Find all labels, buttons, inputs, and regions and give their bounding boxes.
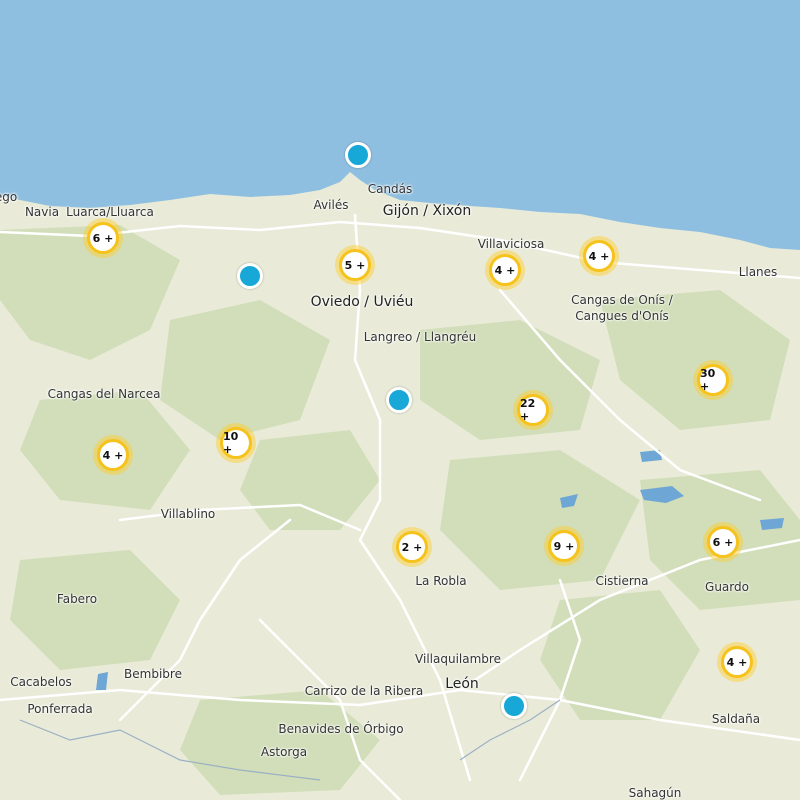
cluster-marker[interactable]: 22 + [513, 390, 553, 430]
place-label: Oviedo / Uviéu [310, 294, 414, 310]
location-marker[interactable] [501, 693, 527, 719]
place-label: Guardo [705, 580, 749, 594]
cluster-count: 22 + [517, 394, 549, 426]
place-label: Cangas de Onís / [571, 293, 673, 307]
place-label: Carrizo de la Ribera [304, 684, 424, 698]
place-label: Benavides de Órbigo [278, 722, 404, 736]
location-marker[interactable] [386, 387, 412, 413]
cluster-count: 6 + [87, 222, 119, 254]
place-label: Avilés [313, 198, 349, 212]
map[interactable]: Candás Avilés Gijón / Xixón Navia Luarca… [0, 0, 800, 800]
cluster-marker[interactable]: 4 + [93, 435, 133, 475]
place-label: Bembibre [124, 667, 182, 681]
place-label: Candás [367, 182, 413, 196]
place-label: Villablino [160, 507, 216, 521]
place-label: Cangues d'Onís [575, 309, 669, 323]
place-label: Llanes [738, 265, 778, 279]
cluster-marker[interactable]: 2 + [392, 527, 432, 567]
place-label: Astorga [260, 745, 308, 759]
cluster-marker[interactable]: 4 + [485, 250, 525, 290]
location-marker[interactable] [237, 263, 263, 289]
place-label: Cistierna [595, 574, 649, 588]
cluster-marker[interactable]: 10 + [216, 423, 256, 463]
place-label: Sahagún [628, 786, 682, 800]
cluster-marker[interactable]: 5 + [335, 245, 375, 285]
place-label: Fabero [56, 592, 98, 606]
cluster-marker[interactable]: 4 + [717, 642, 757, 682]
place-label: Cacabelos [10, 675, 72, 689]
cluster-marker[interactable]: 4 + [579, 236, 619, 276]
cluster-count: 9 + [548, 530, 580, 562]
place-label: Saldaña [711, 712, 761, 726]
place-label: Luarca/Lluarca [66, 205, 154, 219]
cluster-count: 4 + [97, 439, 129, 471]
place-label: Gijón / Xixón [382, 203, 472, 219]
cluster-count: 5 + [339, 249, 371, 281]
cluster-count: 6 + [707, 526, 739, 558]
cluster-marker[interactable]: 6 + [703, 522, 743, 562]
cluster-count: 30 + [697, 364, 729, 396]
cluster-marker[interactable]: 9 + [544, 526, 584, 566]
cluster-count: 4 + [583, 240, 615, 272]
place-label: Villaviciosa [477, 237, 545, 251]
place-label: La Robla [415, 574, 467, 588]
location-marker[interactable] [345, 142, 371, 168]
cluster-marker[interactable]: 6 + [83, 218, 123, 258]
place-label: ego [0, 190, 18, 204]
cluster-count: 2 + [396, 531, 428, 563]
place-label: Villaquilambre [415, 652, 501, 666]
place-label: León [445, 676, 479, 692]
cluster-marker[interactable]: 30 + [693, 360, 733, 400]
place-label: Navia [24, 205, 60, 219]
cluster-count: 4 + [721, 646, 753, 678]
place-label: Ponferrada [27, 702, 93, 716]
cluster-count: 10 + [220, 427, 252, 459]
place-label: Cangas del Narcea [47, 387, 161, 401]
cluster-count: 4 + [489, 254, 521, 286]
place-label: Langreo / Llangréu [363, 330, 477, 344]
